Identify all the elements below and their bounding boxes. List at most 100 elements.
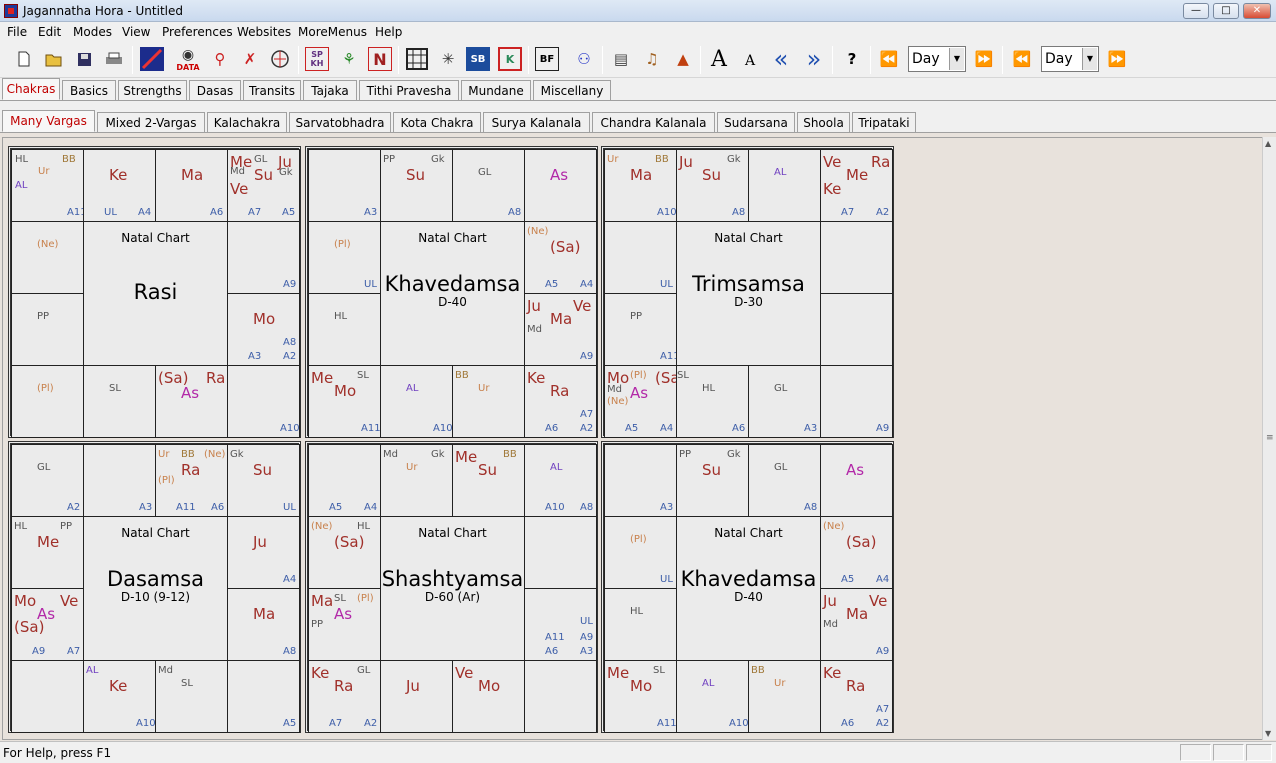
house-cell[interactable]: (Ne) bbox=[11, 221, 84, 294]
tab-tithi-pravesha[interactable]: Tithi Pravesha bbox=[359, 80, 459, 100]
house-cell[interactable]: Mo A8 A3 A2 bbox=[227, 293, 300, 366]
print-icon[interactable] bbox=[102, 47, 126, 71]
house-cell[interactable]: SL HL A6 bbox=[676, 365, 749, 438]
varga-chart[interactable]: Ur BB Ma A10 Ju Gk Su A8 AL Ve Ra Me Ke A7 A2 UL PP A11 Mo… bbox=[601, 146, 894, 438]
tab-basics[interactable]: Basics bbox=[62, 80, 116, 100]
data-icon[interactable]: ◉ DATA bbox=[176, 47, 200, 72]
house-cell[interactable]: PP Gk Su bbox=[676, 444, 749, 517]
n-icon[interactable]: N bbox=[368, 47, 392, 71]
house-cell[interactable]: Ju Gk Su A8 bbox=[676, 149, 749, 222]
tab-surya-kalanala[interactable]: Surya Kalanala bbox=[483, 112, 590, 132]
k-icon[interactable]: K bbox=[498, 47, 522, 71]
tab-tripataki[interactable]: Tripataki bbox=[852, 112, 916, 132]
house-cell[interactable]: (Ne) HL (Sa) bbox=[308, 516, 381, 589]
house-cell[interactable]: AL A10 bbox=[380, 365, 453, 438]
menu-file[interactable]: File bbox=[7, 25, 27, 39]
house-cell[interactable] bbox=[11, 660, 84, 733]
house-cell[interactable]: Gk Su UL bbox=[227, 444, 300, 517]
house-cell[interactable]: GL A3 bbox=[748, 365, 821, 438]
house-cell[interactable]: HL PP Me bbox=[11, 516, 84, 589]
varga-chart[interactable]: GL A2 A3 Ur BB (Ne) Ra (Pl) A11 A6 Gk Su UL HL PP Me Ju A… bbox=[8, 441, 301, 733]
maximize-button[interactable]: □ bbox=[1213, 3, 1239, 19]
vertical-scrollbar[interactable]: ▲ ≡ ▼ bbox=[1262, 137, 1276, 740]
varga-chart[interactable]: A3 PP Gk Su GL A8 As (Pl) UL (Ne) (Sa) A5 A4 HL Ju Ve Md… bbox=[601, 441, 894, 733]
transit-back-icon[interactable]: ⏪ bbox=[1010, 47, 1034, 71]
new-icon[interactable] bbox=[12, 47, 36, 71]
house-cell[interactable]: Me BB Su bbox=[452, 444, 525, 517]
house-cell[interactable]: AL bbox=[748, 149, 821, 222]
tab-chandra-kalanala[interactable]: Chandra Kalanala bbox=[592, 112, 715, 132]
house-cell[interactable]: HL bbox=[308, 293, 381, 366]
forward-button[interactable]: » bbox=[802, 45, 826, 73]
tab-miscellany[interactable]: Miscellany bbox=[533, 80, 611, 100]
tab-many-vargas[interactable]: Many Vargas bbox=[2, 110, 95, 132]
house-cell[interactable] bbox=[820, 293, 893, 366]
dasa-icon[interactable] bbox=[268, 47, 292, 71]
scroll-up-icon[interactable]: ▲ bbox=[1265, 139, 1271, 148]
house-cell[interactable]: Ju bbox=[380, 660, 453, 733]
house-cell[interactable]: Ke Ra A7 A6 A2 bbox=[820, 660, 893, 733]
house-cell[interactable]: Me GL Ju Md Su Gk Ve A7 A5 bbox=[227, 149, 300, 222]
grid-icon[interactable] bbox=[405, 47, 429, 71]
house-cell[interactable]: Ur BB (Ne) Ra (Pl) A11 A6 bbox=[155, 444, 228, 517]
house-cell[interactable]: PP A11 bbox=[604, 293, 680, 366]
house-cell[interactable] bbox=[820, 221, 893, 294]
house-cell[interactable]: Me SL Mo A11 bbox=[308, 365, 381, 438]
varga-chart[interactable]: HL BB Ur AL A11 Ke UL A4 Ma A6 Me GL Ju Md Su Gk Ve A7 A5 (… bbox=[8, 146, 301, 438]
house-cell[interactable]: A5 A4 bbox=[308, 444, 381, 517]
house-cell[interactable]: (Pl) bbox=[11, 365, 84, 438]
book-icon[interactable]: ▤ bbox=[609, 47, 633, 71]
chevron-down-icon[interactable]: ▼ bbox=[1082, 48, 1097, 70]
house-cell[interactable]: Ve Mo bbox=[452, 660, 525, 733]
tab-mundane[interactable]: Mundane bbox=[461, 80, 531, 100]
tab-transits[interactable]: Transits bbox=[243, 80, 301, 100]
house-cell[interactable] bbox=[524, 516, 597, 589]
house-cell[interactable]: AL Ke A10 bbox=[83, 660, 156, 733]
tab-sudarsana[interactable]: Sudarsana bbox=[717, 112, 795, 132]
house-cell[interactable]: PP bbox=[11, 293, 84, 366]
tab-dasas[interactable]: Dasas bbox=[189, 80, 241, 100]
tab-kota-chakra[interactable]: Kota Chakra bbox=[393, 112, 481, 132]
house-cell[interactable]: AL A10 bbox=[676, 660, 749, 733]
house-cell[interactable]: A3 bbox=[604, 444, 677, 517]
time-step-combo[interactable]: Day ▼ bbox=[908, 46, 966, 72]
bf-icon[interactable]: BF bbox=[535, 47, 559, 71]
house-cell[interactable]: A3 bbox=[83, 444, 156, 517]
house-cell[interactable]: Ju Ve Md Ma A9 bbox=[820, 588, 893, 661]
tab-sarvatobhadra[interactable]: Sarvatobhadra bbox=[289, 112, 391, 132]
house-cell[interactable]: BB Ur bbox=[452, 365, 525, 438]
transit-step-combo[interactable]: Day ▼ bbox=[1041, 46, 1099, 72]
house-cell[interactable]: (Pl) UL bbox=[604, 516, 677, 589]
temple-icon[interactable]: ▲ bbox=[671, 47, 695, 71]
house-cell[interactable]: A3 bbox=[308, 149, 381, 222]
house-cell[interactable]: GL A2 bbox=[11, 444, 84, 517]
menu-modes[interactable]: Modes bbox=[73, 25, 112, 39]
house-cell[interactable]: Me SL Mo A11 bbox=[604, 660, 677, 733]
house-cell[interactable]: Ma A6 bbox=[155, 149, 228, 222]
house-cell[interactable] bbox=[524, 660, 597, 733]
close-button[interactable]: ✕ bbox=[1243, 3, 1271, 19]
house-cell[interactable]: Ma A8 bbox=[227, 588, 300, 661]
sun-icon[interactable]: ✳ bbox=[436, 47, 460, 71]
house-cell[interactable]: Ma SL (Pl) As PP bbox=[308, 588, 381, 661]
house-cell[interactable]: (Ne) (Sa) A5 A4 bbox=[524, 221, 597, 294]
house-cell[interactable]: A5 bbox=[227, 660, 300, 733]
house-cell[interactable]: UL A11 A9 A6 A3 bbox=[524, 588, 597, 661]
time-forward-icon[interactable]: ⏩ bbox=[972, 47, 996, 71]
house-cell[interactable]: BB Ur bbox=[748, 660, 821, 733]
menu-moremenus[interactable]: MoreMenus bbox=[298, 25, 367, 39]
save-icon[interactable] bbox=[72, 47, 96, 71]
house-cell[interactable]: As bbox=[820, 444, 893, 517]
sp-kh-icon[interactable]: SP KH bbox=[305, 47, 329, 71]
menu-edit[interactable]: Edit bbox=[38, 25, 61, 39]
house-cell[interactable]: Ve Ra Me Ke A7 A2 bbox=[820, 149, 893, 222]
scroll-down-icon[interactable]: ▼ bbox=[1265, 729, 1271, 738]
house-cell[interactable]: (Sa) Ra As bbox=[155, 365, 228, 438]
house-cell[interactable]: (Pl) UL bbox=[308, 221, 381, 294]
house-cell[interactable]: As bbox=[524, 149, 597, 222]
house-cell[interactable]: HL BB Ur AL A11 bbox=[11, 149, 87, 222]
house-cell[interactable]: Ke Ra A7 A6 A2 bbox=[524, 365, 597, 438]
house-cell[interactable]: (Ne) (Sa) A5 A4 bbox=[820, 516, 893, 589]
chart-icon[interactable] bbox=[140, 47, 164, 71]
house-cell[interactable]: Ke UL A4 bbox=[83, 149, 156, 222]
